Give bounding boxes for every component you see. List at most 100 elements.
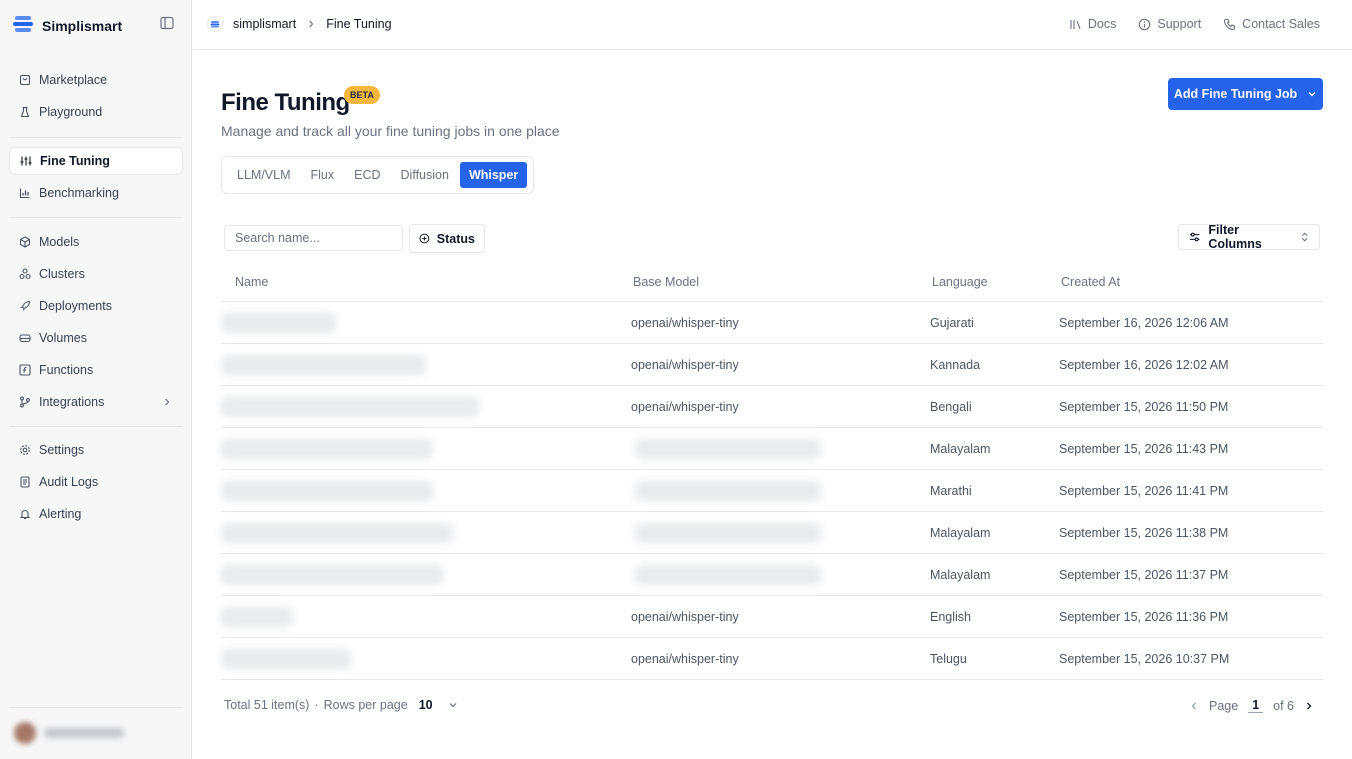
table-row[interactable]: openai/whisper-tiny Bengali September 15, … <box>221 386 1323 428</box>
sidebar-item-playground[interactable]: Playground <box>9 98 183 126</box>
chevron-right-icon <box>165 398 170 406</box>
support-link[interactable]: Support <box>1138 17 1201 31</box>
base-model-cell <box>628 564 928 585</box>
chevron-down-icon[interactable] <box>448 700 458 710</box>
sidebar-item-settings[interactable]: Settings <box>9 436 183 464</box>
column-header-base-model[interactable]: Base Model <box>628 275 928 289</box>
job-name-cell[interactable] <box>221 606 628 627</box>
tab-flux[interactable]: Flux <box>302 162 344 188</box>
topbar: simplismart Fine Tuning Docs Support Con… <box>193 0 1352 50</box>
search-input[interactable] <box>224 225 403 251</box>
total-items: Total 51 item(s) <box>224 698 310 712</box>
breadcrumb-org[interactable]: simplismart <box>233 17 296 31</box>
table-row[interactable]: Malayalam September 15, 2026 11:43 PM <box>221 428 1323 470</box>
sidebar-item-fine-tuning[interactable]: Fine Tuning <box>9 147 183 175</box>
table-body: openai/whisper-tiny Gujarati September 16,… <box>221 302 1323 680</box>
sidebar-item-alerting[interactable]: Alerting <box>9 500 183 528</box>
base-model-cell <box>628 438 928 459</box>
table-row[interactable]: openai/whisper-tiny Gujarati September 16,… <box>221 302 1323 344</box>
language-cell: Bengali <box>930 399 972 414</box>
sidebar-item-label: Marketplace <box>39 73 108 87</box>
tab-ecd[interactable]: ECD <box>345 162 389 188</box>
created-at-cell: September 15, 2026 11:37 PM <box>1059 567 1229 582</box>
sidebar-item-label: Integrations <box>39 395 105 409</box>
column-header-created-at[interactable]: Created At <box>1058 275 1323 289</box>
sidebar-item-benchmarking[interactable]: Benchmarking <box>9 179 183 207</box>
cube-icon <box>19 236 31 248</box>
filter-columns-button[interactable]: Filter Columns <box>1178 223 1320 251</box>
page-count: of 6 <box>1273 698 1294 713</box>
plus-circle-icon <box>419 233 430 244</box>
docs-link[interactable]: Docs <box>1069 17 1116 31</box>
job-name-cell[interactable] <box>221 480 628 501</box>
sidebar: Simplismart Marketplace Playground Fine … <box>0 0 192 759</box>
previous-page-icon[interactable] <box>1189 701 1199 711</box>
sidebar-item-clusters[interactable]: Clusters <box>9 260 183 288</box>
table-row[interactable]: Malayalam September 15, 2026 11:37 PM <box>221 554 1323 596</box>
language-cell: Malayalam <box>930 567 991 582</box>
column-header-language[interactable]: Language <box>928 275 1058 289</box>
branch-icon <box>20 396 30 408</box>
table-row[interactable]: Marathi September 15, 2026 11:41 PM <box>221 470 1323 512</box>
sidebar-item-integrations[interactable]: Integrations <box>9 388 183 416</box>
base-model-cell: openai/whisper-tiny <box>628 652 928 666</box>
top-links: Docs Support Contact Sales <box>1069 17 1320 31</box>
base-model-text: openai/whisper-tiny <box>631 357 739 372</box>
base-model-cell <box>628 522 928 543</box>
sidebar-item-label: Benchmarking <box>39 186 119 200</box>
job-name-cell[interactable] <box>221 564 628 585</box>
rows-per-page-label: Rows per page <box>323 698 408 712</box>
rows-per-page-select[interactable]: 10 <box>419 698 433 712</box>
sidebar-item-label: Fine Tuning <box>40 154 110 168</box>
status-filter-button[interactable]: Status <box>409 224 485 253</box>
column-header-name[interactable]: Name <box>221 275 628 289</box>
sidebar-item-label: Clusters <box>39 267 85 281</box>
status-filter-label: Status <box>436 231 475 246</box>
table-row[interactable]: Malayalam September 15, 2026 11:38 PM <box>221 512 1323 554</box>
contact-sales-link[interactable]: Contact Sales <box>1223 17 1320 31</box>
add-fine-tuning-job-button[interactable]: Add Fine Tuning Job <box>1168 78 1323 110</box>
job-name-cell[interactable] <box>221 354 628 375</box>
redacted-base-model <box>635 480 821 501</box>
redacted-name <box>221 564 443 585</box>
table-header: Name Base Model Language Created At <box>221 262 1323 302</box>
nav-group-explore: Marketplace Playground <box>9 66 183 130</box>
next-page-icon[interactable] <box>1304 701 1314 711</box>
simplismart-logo-icon <box>12 13 34 38</box>
tab-llm-vlm[interactable]: LLM/VLM <box>228 162 300 188</box>
created-at-cell: September 16, 2026 12:06 AM <box>1059 315 1229 330</box>
table-row[interactable]: openai/whisper-tiny English September 15, … <box>221 596 1323 638</box>
base-model-cell <box>628 480 928 501</box>
sidebar-item-functions[interactable]: Functions <box>9 356 183 384</box>
redacted-name <box>221 438 433 459</box>
sidebar-toggle-icon[interactable] <box>160 16 176 32</box>
job-name-cell[interactable] <box>221 438 628 459</box>
contact-sales-label: Contact Sales <box>1242 17 1320 31</box>
user-menu[interactable] <box>6 717 180 749</box>
language-cell: Gujarati <box>930 315 974 330</box>
sidebar-item-label: Audit Logs <box>39 475 99 489</box>
job-name-cell[interactable] <box>221 396 628 417</box>
sidebar-item-models[interactable]: Models <box>9 228 183 256</box>
job-name-cell[interactable] <box>221 312 628 333</box>
chevron-down-icon <box>1308 92 1316 97</box>
separator-dot: · <box>314 698 319 712</box>
language-cell: Kannada <box>930 357 981 372</box>
flask-icon <box>20 106 30 118</box>
brand[interactable]: Simplismart <box>12 13 122 38</box>
page-number-input[interactable]: 1 <box>1248 698 1264 713</box>
tab-diffusion[interactable]: Diffusion <box>392 162 458 188</box>
job-name-cell[interactable] <box>221 522 628 543</box>
language-cell: Marathi <box>930 483 972 498</box>
job-name-cell[interactable] <box>221 648 628 669</box>
table-row[interactable]: openai/whisper-tiny Telugu September 15, 2… <box>221 638 1323 680</box>
sidebar-item-deployments[interactable]: Deployments <box>9 292 183 320</box>
sidebar-item-audit-logs[interactable]: Audit Logs <box>9 468 183 496</box>
page-subtitle: Manage and track all your fine tuning jo… <box>221 123 560 139</box>
table-row[interactable]: openai/whisper-tiny Kannada September 16, … <box>221 344 1323 386</box>
sidebar-item-label: Models <box>39 235 80 249</box>
sidebar-item-marketplace[interactable]: Marketplace <box>9 66 183 94</box>
sidebar-item-volumes[interactable]: Volumes <box>9 324 183 352</box>
tab-whisper[interactable]: Whisper <box>459 162 528 188</box>
nav-group-infra: Models Clusters Deployments Volumes Func… <box>9 228 183 420</box>
